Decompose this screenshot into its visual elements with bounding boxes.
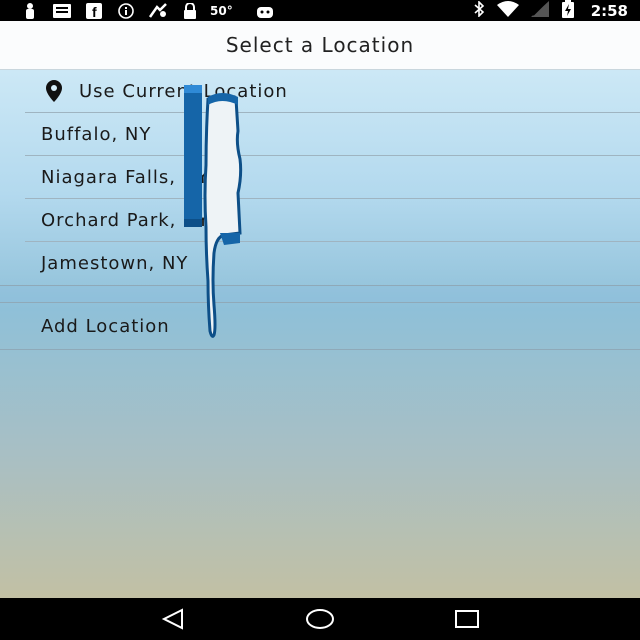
message-icon [46, 3, 78, 19]
lock-icon [174, 2, 206, 19]
location-item-jamestown[interactable]: Jamestown, NY [25, 242, 640, 285]
temperature-text: 50° [210, 3, 233, 18]
section-divider [0, 285, 640, 303]
info-icon [110, 2, 142, 19]
status-bar: f 50° 2:58 [0, 0, 640, 21]
home-icon[interactable] [300, 604, 340, 634]
use-current-location-label: Use Current Location [79, 80, 288, 102]
clock: 2:58 [590, 1, 628, 20]
location-label: Niagara Falls, NY [41, 166, 210, 188]
navigation-bar [0, 598, 640, 640]
battery-icon [561, 0, 575, 22]
location-pin-icon [43, 80, 65, 102]
back-icon[interactable] [153, 604, 193, 634]
location-label: Buffalo, NY [41, 123, 152, 145]
add-location-label: Add Location [41, 315, 170, 337]
location-label: Jamestown, NY [41, 253, 189, 274]
location-screen: Select a Location Use Current Location B… [0, 21, 640, 598]
recents-icon[interactable] [447, 604, 487, 634]
facebook-icon: f [78, 2, 110, 19]
fax-icon [142, 2, 174, 19]
android-icon [249, 3, 281, 19]
location-item-niagara-falls[interactable]: Niagara Falls, NY [25, 156, 640, 199]
bluetooth-icon [473, 0, 485, 21]
location-label: Orchard Park, NY [41, 209, 210, 231]
add-location-button[interactable]: Add Location [0, 303, 640, 350]
page-title: Select a Location [0, 21, 640, 70]
wifi-icon [496, 0, 519, 21]
use-current-location-item[interactable]: Use Current Location [25, 70, 640, 113]
location-list: Use Current Location Buffalo, NY Niagara… [0, 70, 640, 285]
location-item-buffalo[interactable]: Buffalo, NY [25, 113, 640, 156]
location-item-orchard-park[interactable]: Orchard Park, NY [25, 199, 640, 242]
person-icon [14, 2, 46, 19]
signal-icon [530, 0, 549, 21]
svg-text:f: f [92, 4, 97, 19]
